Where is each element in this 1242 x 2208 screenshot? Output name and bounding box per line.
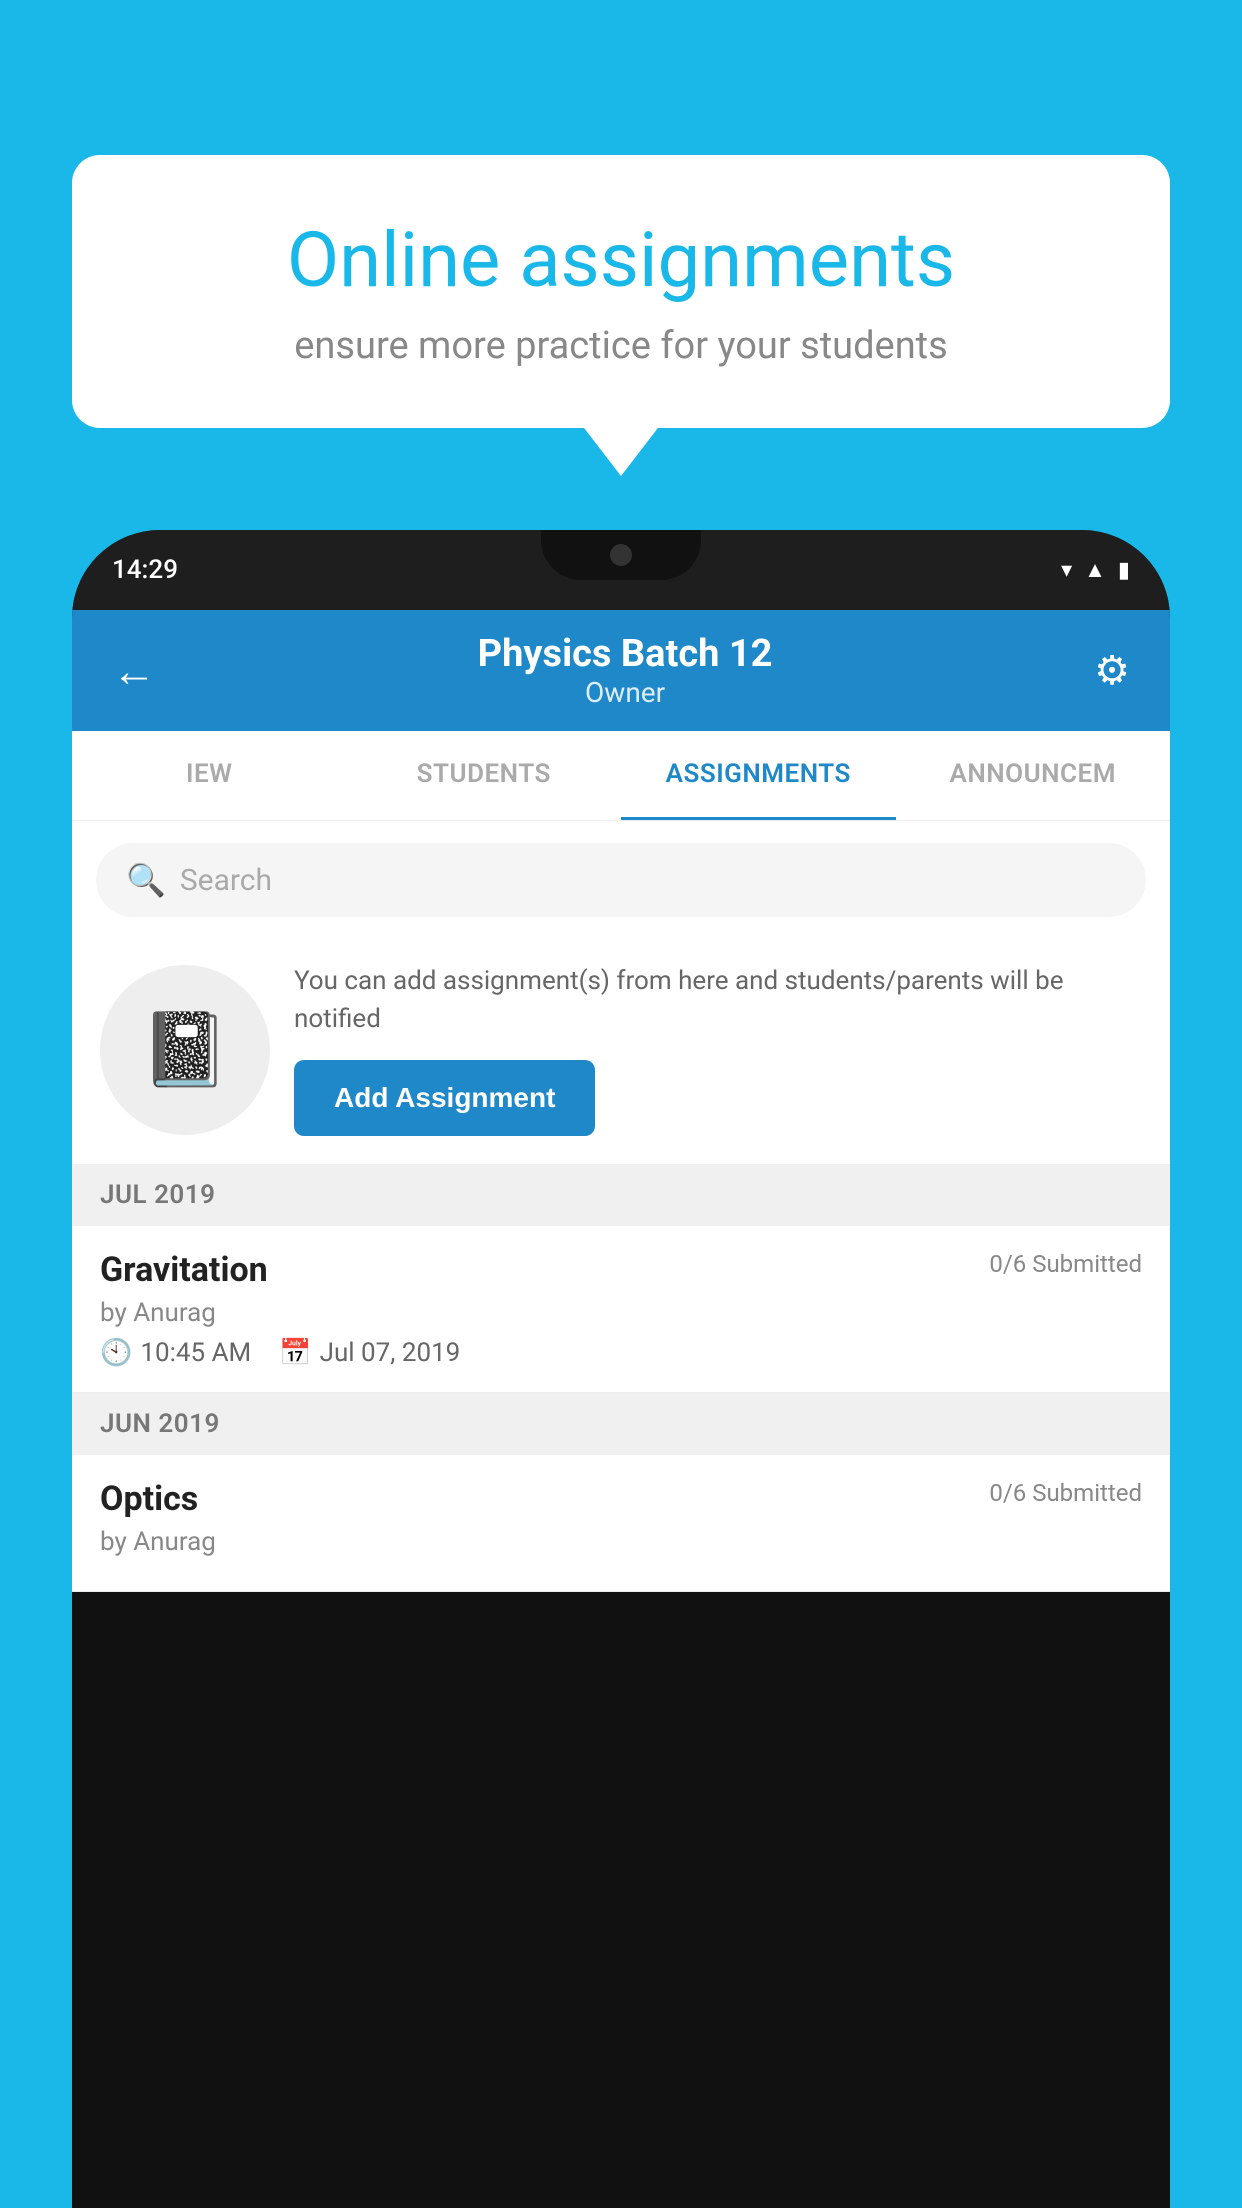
assignment-author-optics: by Anurag [100,1527,1142,1557]
header-title: Physics Batch 12 [478,632,773,676]
assignment-row-top-optics: Optics 0/6 Submitted [100,1479,1142,1519]
status-bar: 14:29 ▾ ▲ ▮ [72,530,1170,610]
status-time: 14:29 [112,555,178,585]
month-header-jul: JUL 2019 [72,1164,1170,1226]
notebook-icon: 📓 [140,1007,230,1092]
assignment-date: 📅 Jul 07, 2019 [279,1338,460,1368]
back-button[interactable]: ← [112,645,156,697]
promo-description: You can add assignment(s) from here and … [294,963,1142,1038]
status-icons: ▾ ▲ ▮ [1061,557,1130,583]
app-header: ← Physics Batch 12 Owner ⚙ [72,610,1170,731]
settings-button[interactable]: ⚙ [1094,647,1130,694]
header-center: Physics Batch 12 Owner [478,632,773,709]
promo-text-area: You can add assignment(s) from here and … [294,963,1142,1136]
add-assignment-button[interactable]: Add Assignment [294,1060,595,1136]
month-header-jun: JUN 2019 [72,1393,1170,1455]
notch [541,530,701,580]
tab-announcements[interactable]: ANNOUNCEM [896,731,1171,820]
bubble-title: Online assignments [142,215,1100,306]
camera-dot [610,544,632,566]
wifi-icon: ▾ [1061,558,1072,583]
assignment-row-top: Gravitation 0/6 Submitted [100,1250,1142,1290]
assignment-time: 🕙 10:45 AM [100,1338,251,1368]
signal-icon: ▲ [1084,557,1106,583]
header-subtitle: Owner [478,676,773,709]
assignment-row-gravitation[interactable]: Gravitation 0/6 Submitted by Anurag 🕙 10… [72,1226,1170,1393]
assignment-name-optics: Optics [100,1479,198,1519]
assignment-author: by Anurag [100,1298,1142,1328]
tab-students[interactable]: STUDENTS [347,731,622,820]
assignment-submitted: 0/6 Submitted [989,1250,1142,1278]
speech-bubble-card: Online assignments ensure more practice … [72,155,1170,428]
assignment-promo: 📓 You can add assignment(s) from here an… [72,939,1170,1164]
bubble-subtitle: ensure more practice for your students [142,324,1100,368]
assignment-meta: 🕙 10:45 AM 📅 Jul 07, 2019 [100,1338,1142,1368]
calendar-icon: 📅 [279,1338,311,1368]
assignment-name: Gravitation [100,1250,268,1290]
assignment-submitted-optics: 0/6 Submitted [989,1479,1142,1507]
search-icon: 🔍 [126,861,166,899]
assignment-row-optics[interactable]: Optics 0/6 Submitted by Anurag [72,1455,1170,1592]
battery-icon: ▮ [1118,558,1130,583]
tab-assignments[interactable]: ASSIGNMENTS [621,731,896,820]
clock-icon: 🕙 [100,1338,132,1368]
phone-shell: 14:29 ▾ ▲ ▮ ← Physics Batch 12 Owner ⚙ I… [72,530,1170,2208]
search-bar[interactable]: 🔍 Search [96,843,1146,917]
tab-iew[interactable]: IEW [72,731,347,820]
promo-icon-circle: 📓 [100,965,270,1135]
tabs-bar: IEW STUDENTS ASSIGNMENTS ANNOUNCEM [72,731,1170,821]
search-placeholder: Search [180,863,272,898]
phone-content: 🔍 Search 📓 You can add assignment(s) fro… [72,821,1170,1592]
